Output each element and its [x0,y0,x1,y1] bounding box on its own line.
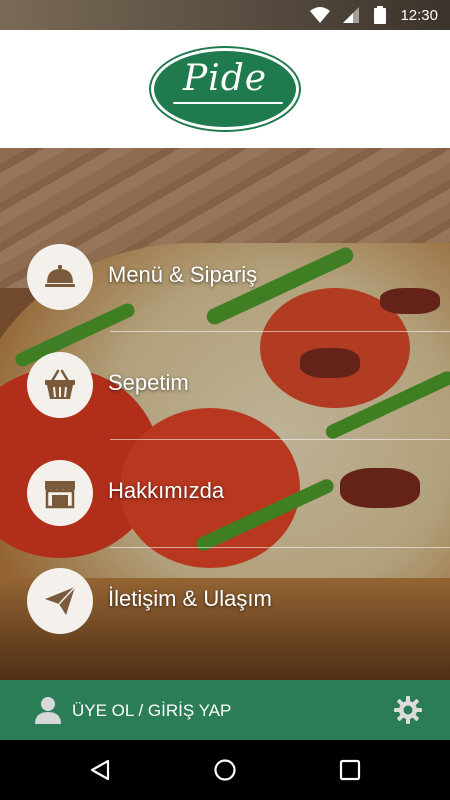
back-icon[interactable] [88,758,112,787]
menu-icon-circle [27,244,93,310]
system-nav-bar [0,740,450,800]
menu-item-label: İletişim & Ulaşım [108,586,272,611]
app-header: Pide [0,30,450,148]
menu-item-menu-order[interactable]: Menü & Sipariş [0,224,450,332]
menu-item-label: Menü & Sipariş [108,262,258,287]
status-bar: 12:30 [0,0,450,30]
logo-text: Pide [182,58,268,99]
gear-icon[interactable] [393,695,423,730]
paper-plane-icon [45,586,76,615]
basket-icon [45,369,75,399]
menu-item-about[interactable]: Hakkımızda [0,440,450,548]
menu-icon-circle [27,568,93,634]
signal-icon [342,6,360,29]
menu-icon-circle [27,352,93,418]
menu-item-cart[interactable]: Sepetim [0,332,450,440]
account-bar: ÜYE OL / GİRİŞ YAP [0,680,450,740]
recents-icon[interactable] [338,758,362,787]
storefront-icon [45,481,75,509]
logo-swash [173,102,283,104]
brand-logo[interactable]: Pide [151,48,299,130]
wifi-icon [310,6,330,29]
menu-item-label: Hakkımızda [108,478,225,503]
home-icon[interactable] [213,758,237,787]
menu-icon-circle [27,460,93,526]
main-menu: Menü & Sipariş Sepetim Hakkımızda İletiş… [0,148,450,680]
menu-item-contact[interactable]: İletişim & Ulaşım [0,548,450,656]
cloche-icon [45,265,75,287]
status-time: 12:30 [400,7,438,24]
user-icon[interactable] [34,696,62,729]
app-screen: 12:30 Pide Menü & Sipariş Sepetim Hakkım… [0,0,450,800]
menu-item-label: Sepetim [108,370,189,395]
battery-icon [374,6,386,29]
signup-login-button[interactable]: ÜYE OL / GİRİŞ YAP [72,701,231,721]
